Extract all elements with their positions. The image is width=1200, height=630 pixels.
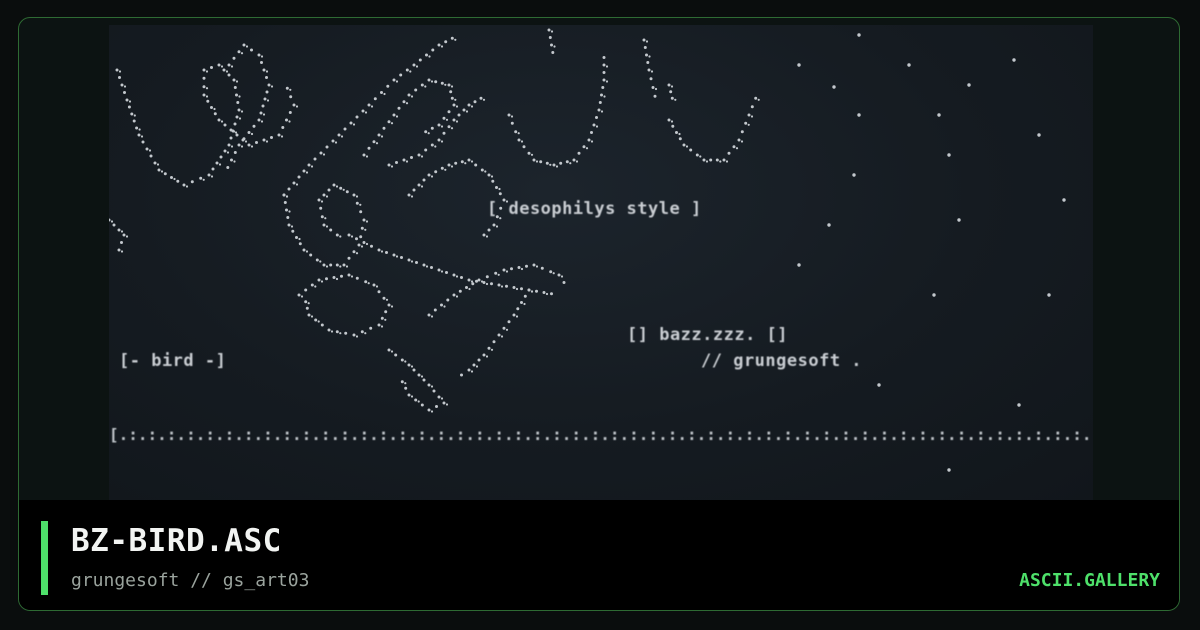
- art-bird-tag: [- bird -]: [119, 351, 227, 371]
- art-dotted-border: [.:.:.:.:.:.:.:.:.:.:.:.:.:.:.:.:.:.:.:.…: [109, 425, 1093, 444]
- site-link[interactable]: ASCII.GALLERY: [1019, 570, 1160, 591]
- accent-bar: [41, 521, 48, 595]
- art-bazz-tag: [] bazz.zzz. []: [627, 325, 789, 345]
- info-bar: BZ-BIRD.ASC grungesoft // gs_art03 ASCII…: [19, 500, 1179, 610]
- art-style-tag: [ desophilys style ]: [487, 199, 702, 219]
- file-title: BZ-BIRD.ASC: [71, 523, 282, 559]
- file-subtitle: grungesoft // gs_art03: [71, 570, 310, 591]
- art-grungesoft-tag: // grungesoft .: [701, 351, 863, 371]
- card-frame: [ desophilys style ] [- bird -] [] bazz.…: [18, 17, 1180, 611]
- ascii-art-preview[interactable]: [ desophilys style ] [- bird -] [] bazz.…: [109, 25, 1093, 501]
